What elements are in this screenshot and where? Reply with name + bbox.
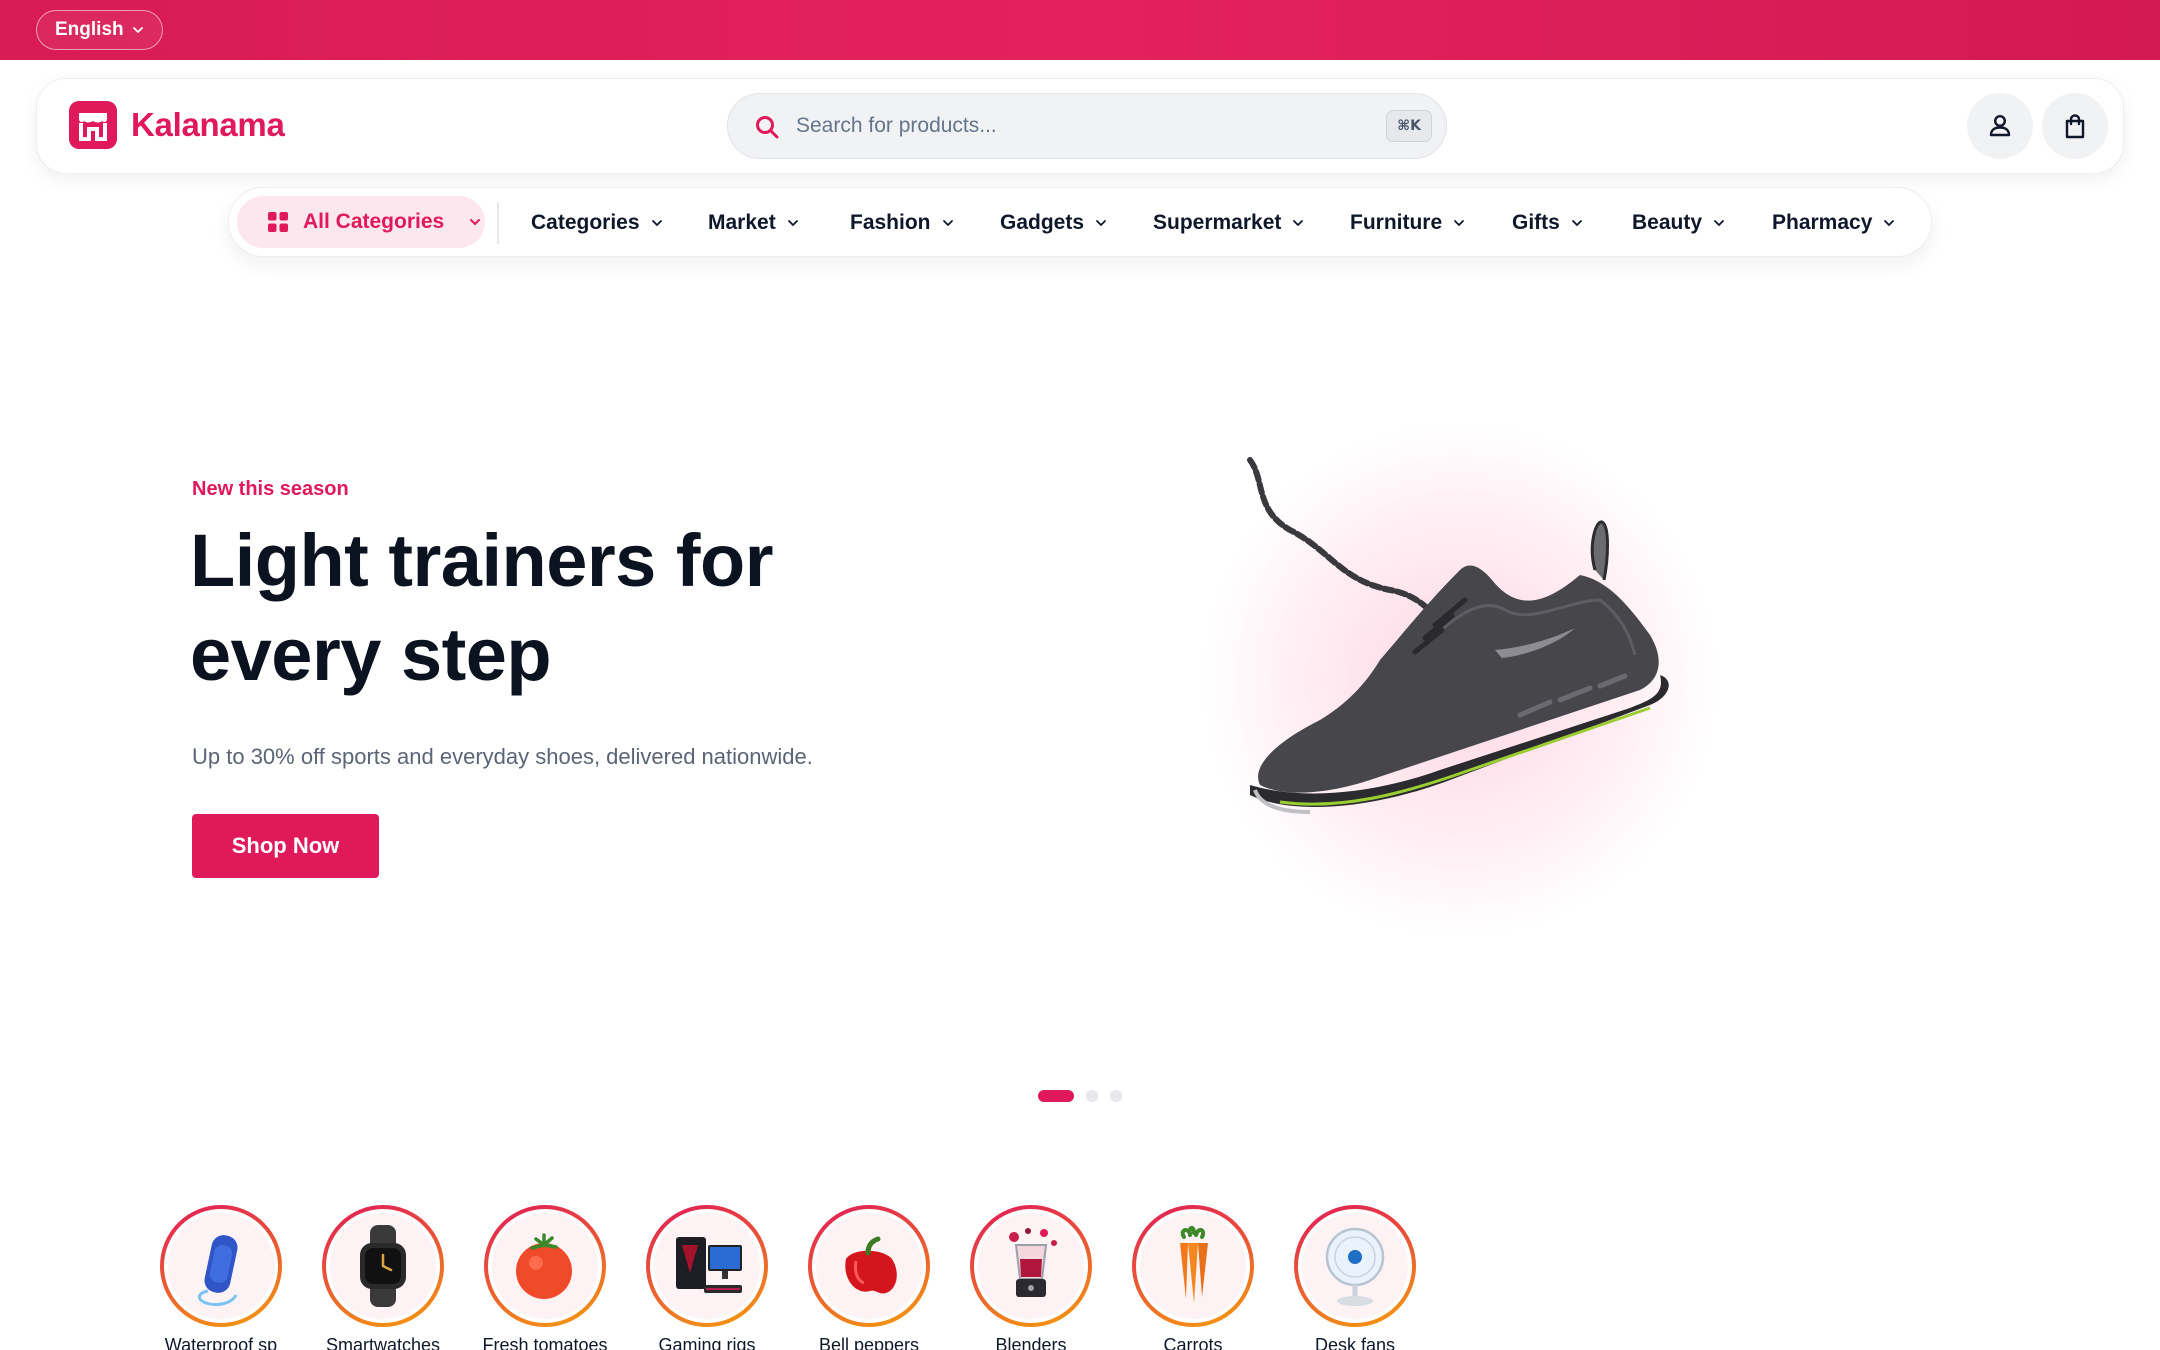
nav-item-beauty[interactable]: Beauty xyxy=(1632,210,1726,236)
hero-headline: Light trainers for every step xyxy=(190,519,774,696)
nav-item-label: Gadgets xyxy=(1000,211,1085,234)
category-ring xyxy=(970,1205,1092,1327)
chevron-down-icon xyxy=(942,220,953,226)
nav-divider xyxy=(497,202,499,244)
nav-item-gadgets[interactable]: Gadgets xyxy=(1000,210,1108,236)
nav-item-label: Beauty xyxy=(1632,211,1703,234)
speaker-icon xyxy=(198,1235,238,1307)
nav-item-label: Fashion xyxy=(850,211,931,234)
category-item[interactable]: Desk fans xyxy=(1294,1205,1416,1350)
chevron-down-icon xyxy=(1293,220,1304,226)
nav-item-fashion[interactable]: Fashion xyxy=(850,210,955,236)
category-label: Smartwatches xyxy=(325,1335,441,1350)
brand-name: Kalanama xyxy=(131,106,285,143)
cart-button[interactable] xyxy=(2042,93,2108,159)
carrot-icon xyxy=(1180,1226,1208,1303)
carousel-dot-2[interactable] xyxy=(1086,1090,1098,1102)
account-icon xyxy=(1989,114,2011,137)
category-ring xyxy=(1132,1205,1254,1327)
nav-item-market[interactable]: Market xyxy=(708,210,800,236)
category-ring xyxy=(322,1205,444,1327)
search-icon xyxy=(756,116,779,139)
category-ring xyxy=(646,1205,768,1327)
category-item[interactable]: Carrots xyxy=(1132,1205,1254,1350)
nav-item-pharmacy[interactable]: Pharmacy xyxy=(1772,210,1896,236)
category-item[interactable]: Blenders xyxy=(970,1205,1092,1350)
hero-eyebrow: New this season xyxy=(192,478,349,500)
language-selector[interactable]: English xyxy=(36,10,163,50)
chevron-down-icon xyxy=(132,27,143,33)
nav-item-label: Supermarket xyxy=(1153,211,1282,234)
nav-item-gifts[interactable]: Gifts xyxy=(1512,210,1584,236)
category-item[interactable]: Bell peppers xyxy=(808,1205,930,1350)
nav-item-supermarket[interactable]: Supermarket xyxy=(1153,210,1305,236)
category-label: Bell peppers xyxy=(818,1335,920,1350)
nav-item-label: Pharmacy xyxy=(1772,211,1873,234)
shopping-bag-icon xyxy=(2065,114,2085,139)
category-item[interactable]: Fresh tomatoes xyxy=(482,1205,608,1350)
sneaker-image xyxy=(1247,457,1669,814)
nav-item-furniture[interactable]: Furniture xyxy=(1350,210,1466,236)
nav-item-label: Furniture xyxy=(1350,211,1443,234)
chevron-down-icon xyxy=(1454,220,1465,226)
nav-item-categories[interactable]: Categories xyxy=(531,210,664,236)
chevron-down-icon xyxy=(1714,220,1724,226)
chevron-down-icon xyxy=(1571,220,1582,226)
carousel-indicators xyxy=(1038,1090,1122,1102)
search-bar[interactable]: ⌘K xyxy=(727,93,1447,159)
grid-icon xyxy=(268,212,288,232)
search-shortcut-hint: ⌘K xyxy=(1386,110,1432,142)
nav-item-label: Market xyxy=(708,211,776,234)
brand-logo[interactable]: Kalanama xyxy=(69,101,285,149)
site-header: Kalanama ⌘K xyxy=(36,78,2124,174)
chevron-down-icon xyxy=(1096,220,1106,226)
category-ring xyxy=(160,1205,282,1327)
hero-subcopy: Up to 30% off sports and everyday shoes,… xyxy=(192,744,813,769)
nav-item-label: Categories xyxy=(531,211,640,234)
category-item[interactable]: Gaming rigs xyxy=(646,1205,768,1350)
category-label: Waterproof sp xyxy=(164,1335,278,1350)
chevron-down-icon xyxy=(651,220,662,226)
bell-pepper-icon xyxy=(845,1236,897,1294)
blender-icon xyxy=(1009,1228,1057,1297)
category-item[interactable]: Smartwatches xyxy=(322,1205,444,1350)
category-label: Carrots xyxy=(1163,1335,1223,1350)
all-categories-button[interactable]: All Categories xyxy=(237,196,485,248)
account-button[interactable] xyxy=(1967,93,2033,159)
smartwatch-icon xyxy=(360,1225,406,1307)
category-label: Blenders xyxy=(995,1335,1067,1350)
carousel-dot-3[interactable] xyxy=(1110,1090,1122,1102)
top-bar: English xyxy=(0,0,2160,60)
carousel-dot-1[interactable] xyxy=(1038,1090,1074,1102)
all-categories-label: All Categories xyxy=(303,210,445,233)
desk-fan-icon xyxy=(1325,1227,1385,1306)
tomato-icon xyxy=(516,1233,572,1299)
chevron-down-icon xyxy=(787,220,798,226)
nav-item-label: Gifts xyxy=(1512,211,1560,234)
search-input[interactable] xyxy=(796,108,1356,144)
language-label: English xyxy=(55,19,124,40)
chevron-down-icon xyxy=(470,219,481,225)
category-label: Desk fans xyxy=(1314,1335,1396,1350)
category-ring xyxy=(808,1205,930,1327)
category-item[interactable]: Waterproof sp xyxy=(160,1205,282,1350)
category-ring xyxy=(1294,1205,1416,1327)
shop-now-button[interactable]: Shop Now xyxy=(192,814,379,878)
category-nav: All Categories Categories Market Fashion… xyxy=(228,187,1932,257)
category-ring xyxy=(484,1205,606,1327)
gaming-pc-icon xyxy=(676,1237,742,1293)
chevron-down-icon xyxy=(1884,220,1895,226)
category-label: Fresh tomatoes xyxy=(482,1335,608,1350)
category-label: Gaming rigs xyxy=(658,1335,756,1350)
storefront-icon xyxy=(69,101,117,149)
